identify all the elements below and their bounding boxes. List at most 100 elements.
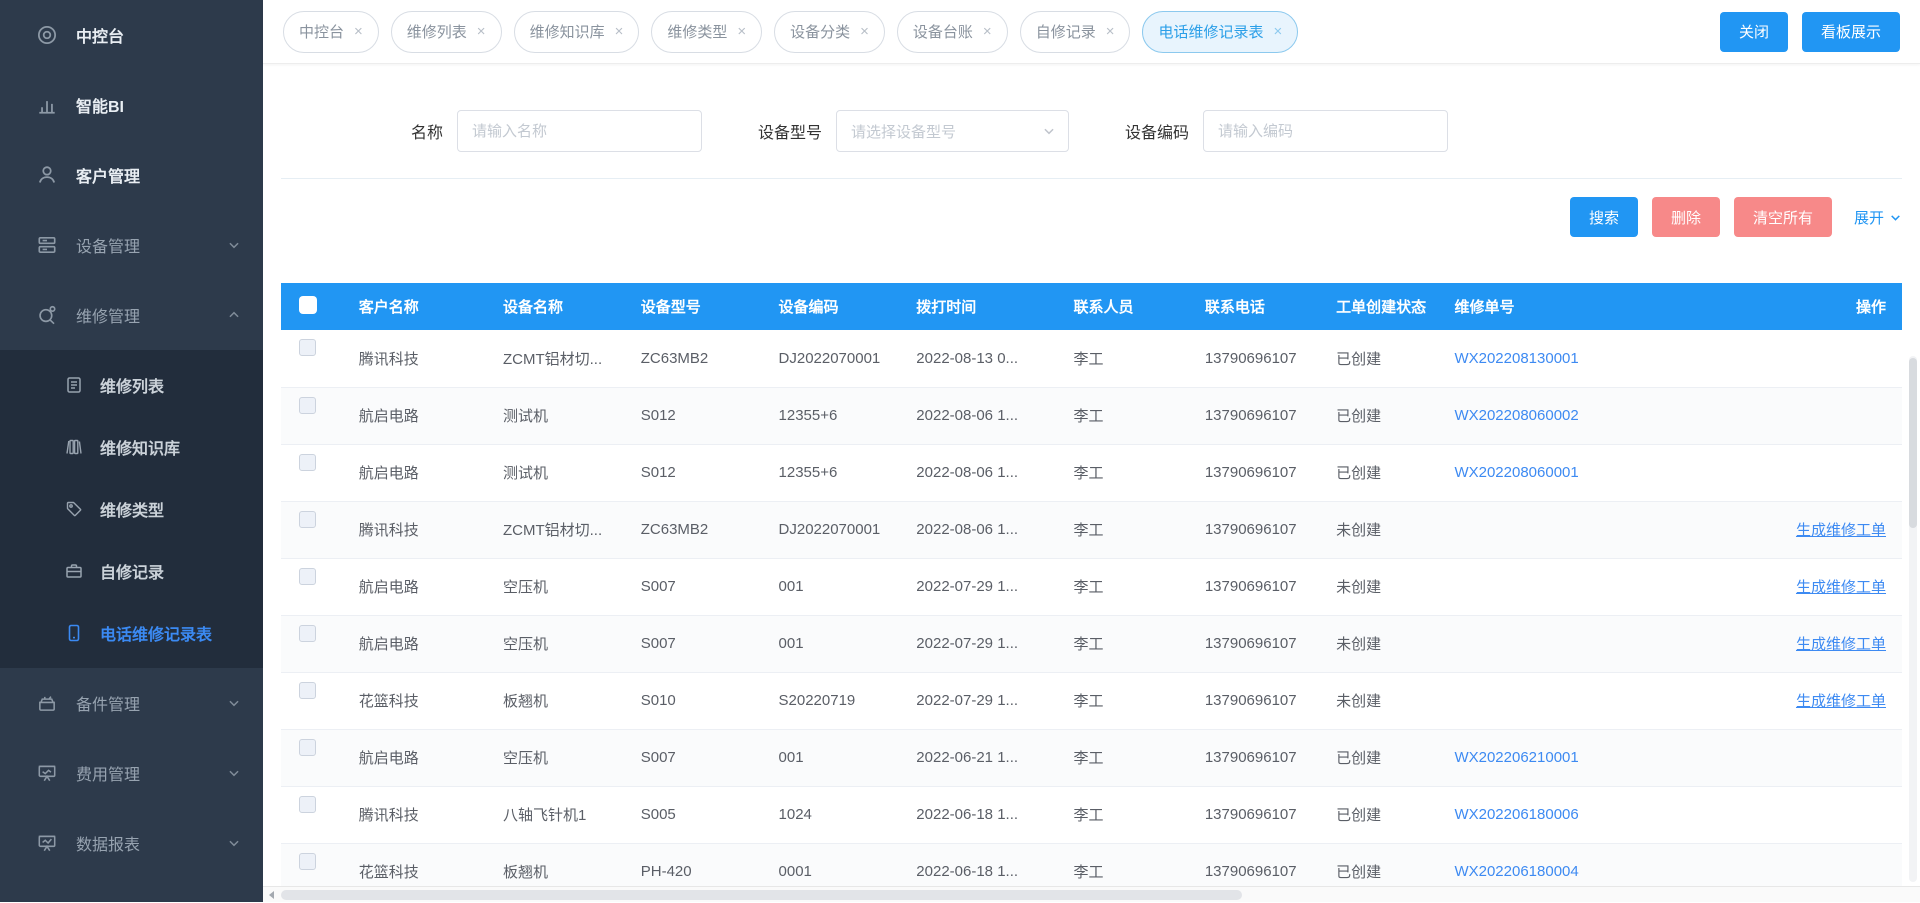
cell-contact: 李工: [1066, 330, 1197, 387]
sidebar-item-bi[interactable]: 智能BI: [0, 70, 263, 140]
select-all-checkbox[interactable]: [299, 296, 317, 314]
table-vertical-scrollbar[interactable]: [1909, 356, 1917, 882]
row-checkbox[interactable]: [299, 682, 316, 699]
generate-order-link[interactable]: 生成维修工单: [1796, 693, 1886, 710]
tab-phone-record[interactable]: 电话维修记录表×: [1142, 11, 1298, 53]
search-button[interactable]: 搜索: [1570, 197, 1638, 237]
repair-order-link[interactable]: WX202208060002: [1454, 407, 1578, 424]
column-header-label: 维修单号: [1454, 299, 1514, 316]
column-header: 设备型号: [633, 283, 771, 330]
cell-text: S012: [641, 407, 676, 424]
cell-text: 李工: [1074, 408, 1104, 425]
chevron-down-icon: [1042, 124, 1056, 138]
sidebar-item-repair-list[interactable]: 维修列表: [0, 354, 263, 416]
cell-contact: 李工: [1066, 444, 1197, 501]
close-icon[interactable]: ×: [1106, 24, 1115, 39]
close-button[interactable]: 关闭: [1720, 12, 1788, 52]
table-row: 航启电路测试机S01212355+62022-08-06 1...李工13790…: [281, 444, 1902, 501]
tab-device-category[interactable]: 设备分类×: [774, 11, 885, 53]
sidebar-item-device[interactable]: 设备管理: [0, 210, 263, 280]
board-view-button[interactable]: 看板展示: [1802, 12, 1900, 52]
sidebar-item-knowledge[interactable]: 维修知识库: [0, 416, 263, 478]
device-code-input[interactable]: [1203, 110, 1448, 152]
sidebar-item-settings[interactable]: 系统设置: [0, 878, 263, 902]
tab-repair-type[interactable]: 维修类型×: [651, 11, 762, 53]
row-checkbox[interactable]: [299, 796, 316, 813]
sidebar-item-repair-type[interactable]: 维修类型: [0, 478, 263, 540]
generate-order-link[interactable]: 生成维修工单: [1796, 636, 1886, 653]
vertical-scroll-thumb[interactable]: [1909, 358, 1917, 528]
sidebar-item-label: 数据报表: [76, 831, 140, 855]
row-checkbox-cell: [281, 501, 351, 558]
close-icon[interactable]: ×: [354, 24, 363, 39]
cell-order-no: [1446, 558, 1777, 615]
cell-text: 2022-07-29 1...: [916, 578, 1018, 595]
cell-text: 13790696107: [1205, 806, 1297, 823]
generate-order-link[interactable]: 生成维修工单: [1796, 579, 1886, 596]
cell-text: 2022-08-06 1...: [916, 464, 1018, 481]
name-input[interactable]: [457, 110, 702, 152]
tab-knowledge[interactable]: 维修知识库×: [514, 11, 640, 53]
cell-action: 生成维修工单: [1777, 672, 1902, 729]
cell-text: ZC63MB2: [641, 521, 709, 538]
delete-button[interactable]: 删除: [1652, 197, 1720, 237]
row-checkbox[interactable]: [299, 739, 316, 756]
cell-text: DJ2022070001: [779, 521, 881, 538]
repair-order-link[interactable]: WX202206210001: [1454, 749, 1578, 766]
table-header-row: 客户名称设备名称设备型号设备编码拨打时间联系人员联系电话工单创建状态维修单号操作: [281, 283, 1902, 330]
sidebar-item-customer[interactable]: 客户管理: [0, 140, 263, 210]
tab-console[interactable]: 中控台×: [283, 11, 379, 53]
close-icon[interactable]: ×: [615, 24, 624, 39]
row-checkbox[interactable]: [299, 511, 316, 528]
cell-order_status: 已创建: [1328, 786, 1446, 843]
row-checkbox[interactable]: [299, 397, 316, 414]
table-row: 腾讯科技八轴飞针机1S00510242022-06-18 1...李工13790…: [281, 786, 1902, 843]
row-checkbox[interactable]: [299, 339, 316, 356]
sidebar-item-report[interactable]: 数据报表: [0, 808, 263, 878]
sidebar-item-console[interactable]: 中控台: [0, 0, 263, 70]
cell-text: 已创建: [1336, 351, 1381, 368]
row-checkbox[interactable]: [299, 853, 316, 870]
scroll-left-arrow-icon[interactable]: [263, 887, 279, 903]
cell-customer: 航启电路: [351, 444, 495, 501]
cell-text: 2022-07-29 1...: [916, 692, 1018, 709]
tab-self-record[interactable]: 自修记录×: [1020, 11, 1131, 53]
repair-order-link[interactable]: WX202206180006: [1454, 806, 1578, 823]
chevron-down-icon: [227, 696, 241, 710]
repair-order-link[interactable]: WX202208130001: [1454, 350, 1578, 367]
sidebar-item-self-record[interactable]: 自修记录: [0, 540, 263, 602]
cell-order-no: WX202208060001: [1446, 444, 1777, 501]
repair-order-link[interactable]: WX202208060001: [1454, 464, 1578, 481]
expand-toggle[interactable]: 展开: [1854, 207, 1902, 228]
close-icon[interactable]: ×: [737, 24, 746, 39]
generate-order-link[interactable]: 生成维修工单: [1796, 522, 1886, 539]
row-checkbox[interactable]: [299, 625, 316, 642]
cell-text: 13790696107: [1205, 407, 1297, 424]
sidebar-item-fee[interactable]: 费用管理: [0, 738, 263, 808]
cell-text: 李工: [1074, 636, 1104, 653]
cell-text: 航启电路: [359, 408, 419, 425]
tab-repair-list[interactable]: 维修列表×: [391, 11, 502, 53]
tab-device-ledger[interactable]: 设备台账×: [897, 11, 1008, 53]
clear-all-button[interactable]: 清空所有: [1734, 197, 1832, 237]
horizontal-scroll-thumb[interactable]: [281, 890, 1242, 900]
table-horizontal-scrollbar[interactable]: [263, 886, 1920, 902]
close-icon[interactable]: ×: [860, 24, 869, 39]
cell-contact: 李工: [1066, 729, 1197, 786]
close-icon[interactable]: ×: [1273, 24, 1282, 39]
document-list-icon: [64, 375, 84, 395]
repair-order-link[interactable]: WX202206180004: [1454, 863, 1578, 880]
records-table: 客户名称设备名称设备型号设备编码拨打时间联系人员联系电话工单创建状态维修单号操作…: [281, 283, 1902, 901]
cell-device_name: 空压机: [495, 729, 633, 786]
cell-text: 腾讯科技: [359, 351, 419, 368]
sidebar-item-phone-record[interactable]: 电话维修记录表: [0, 602, 263, 664]
cell-text: 已创建: [1336, 408, 1381, 425]
close-icon[interactable]: ×: [477, 24, 486, 39]
row-checkbox[interactable]: [299, 568, 316, 585]
device-model-select[interactable]: 请选择设备型号: [836, 110, 1069, 152]
close-icon[interactable]: ×: [983, 24, 992, 39]
row-checkbox[interactable]: [299, 454, 316, 471]
sidebar-item-repair[interactable]: 维修管理: [0, 280, 263, 350]
sidebar-item-spare[interactable]: 备件管理: [0, 668, 263, 738]
cell-text: ZCMT铝材切...: [503, 522, 602, 539]
